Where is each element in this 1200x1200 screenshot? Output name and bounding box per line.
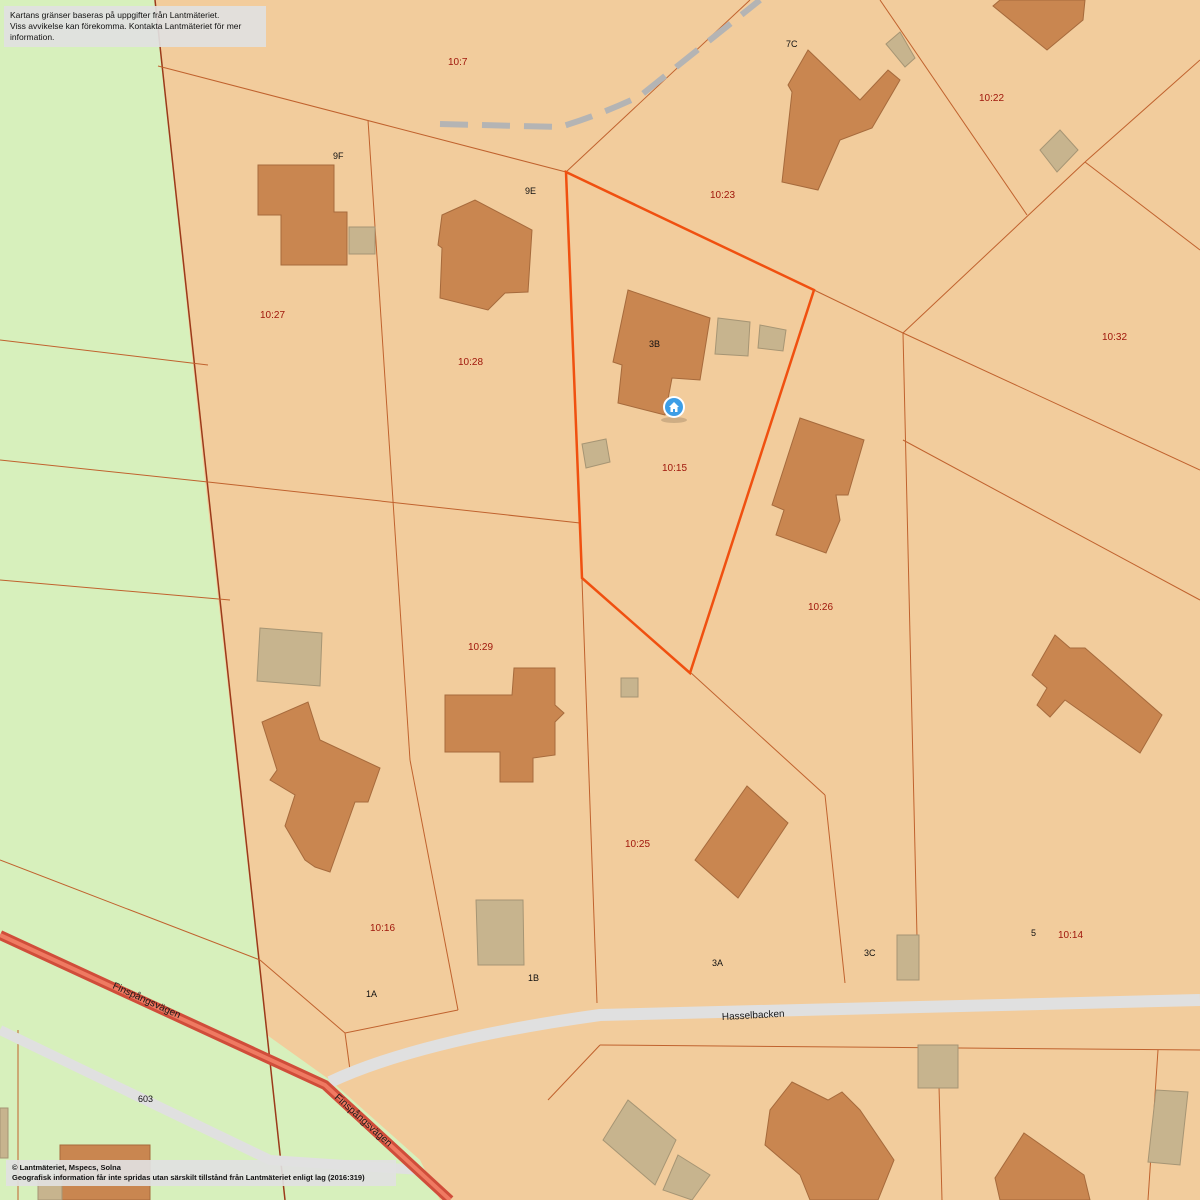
address-label-9f: 9F [333,151,344,161]
credits-line-2: Geografisk information får inte spridas … [12,1173,365,1182]
map-credits: © Lantmäteriet, Mspecs, Solna Geografisk… [6,1160,396,1186]
property-map[interactable]: 10:7 10:22 10:23 10:27 10:28 10:15 10:32… [0,0,1200,1200]
parcel-label-10-27: 10:27 [260,310,285,321]
parcel-label-10-29: 10:29 [468,642,493,653]
address-label-9e: 9E [525,186,536,196]
address-label-603: 603 [138,1094,153,1104]
parcel-label-10-23: 10:23 [710,190,735,201]
address-label-7c: 7C [786,39,798,49]
address-label-5: 5 [1031,928,1036,938]
parcel-label-10-16: 10:16 [370,923,395,934]
parcel-label-10-32: 10:32 [1102,332,1127,343]
address-label-3a: 3A [712,958,723,968]
address-label-1a: 1A [366,989,377,999]
parcel-label-10-14: 10:14 [1058,930,1083,941]
disclaimer-line-2: Viss avvikelse kan förekomma. Kontakta L… [10,21,242,42]
disclaimer-line-1: Kartans gränser baseras på uppgifter frå… [10,10,220,20]
parcel-label-10-7: 10:7 [448,57,468,68]
parcel-label-10-25: 10:25 [625,839,650,850]
address-label-1b: 1B [528,973,539,983]
parcel-label-10-28: 10:28 [458,357,483,368]
parcel-label-10-22: 10:22 [979,93,1004,104]
parcel-label-10-26: 10:26 [808,602,833,613]
address-label-3c: 3C [864,948,876,958]
address-label-3b: 3B [649,339,660,349]
credits-line-1: © Lantmäteriet, Mspecs, Solna [12,1163,121,1172]
parcel-label-10-15: 10:15 [662,463,687,474]
map-disclaimer: Kartans gränser baseras på uppgifter frå… [4,6,266,47]
